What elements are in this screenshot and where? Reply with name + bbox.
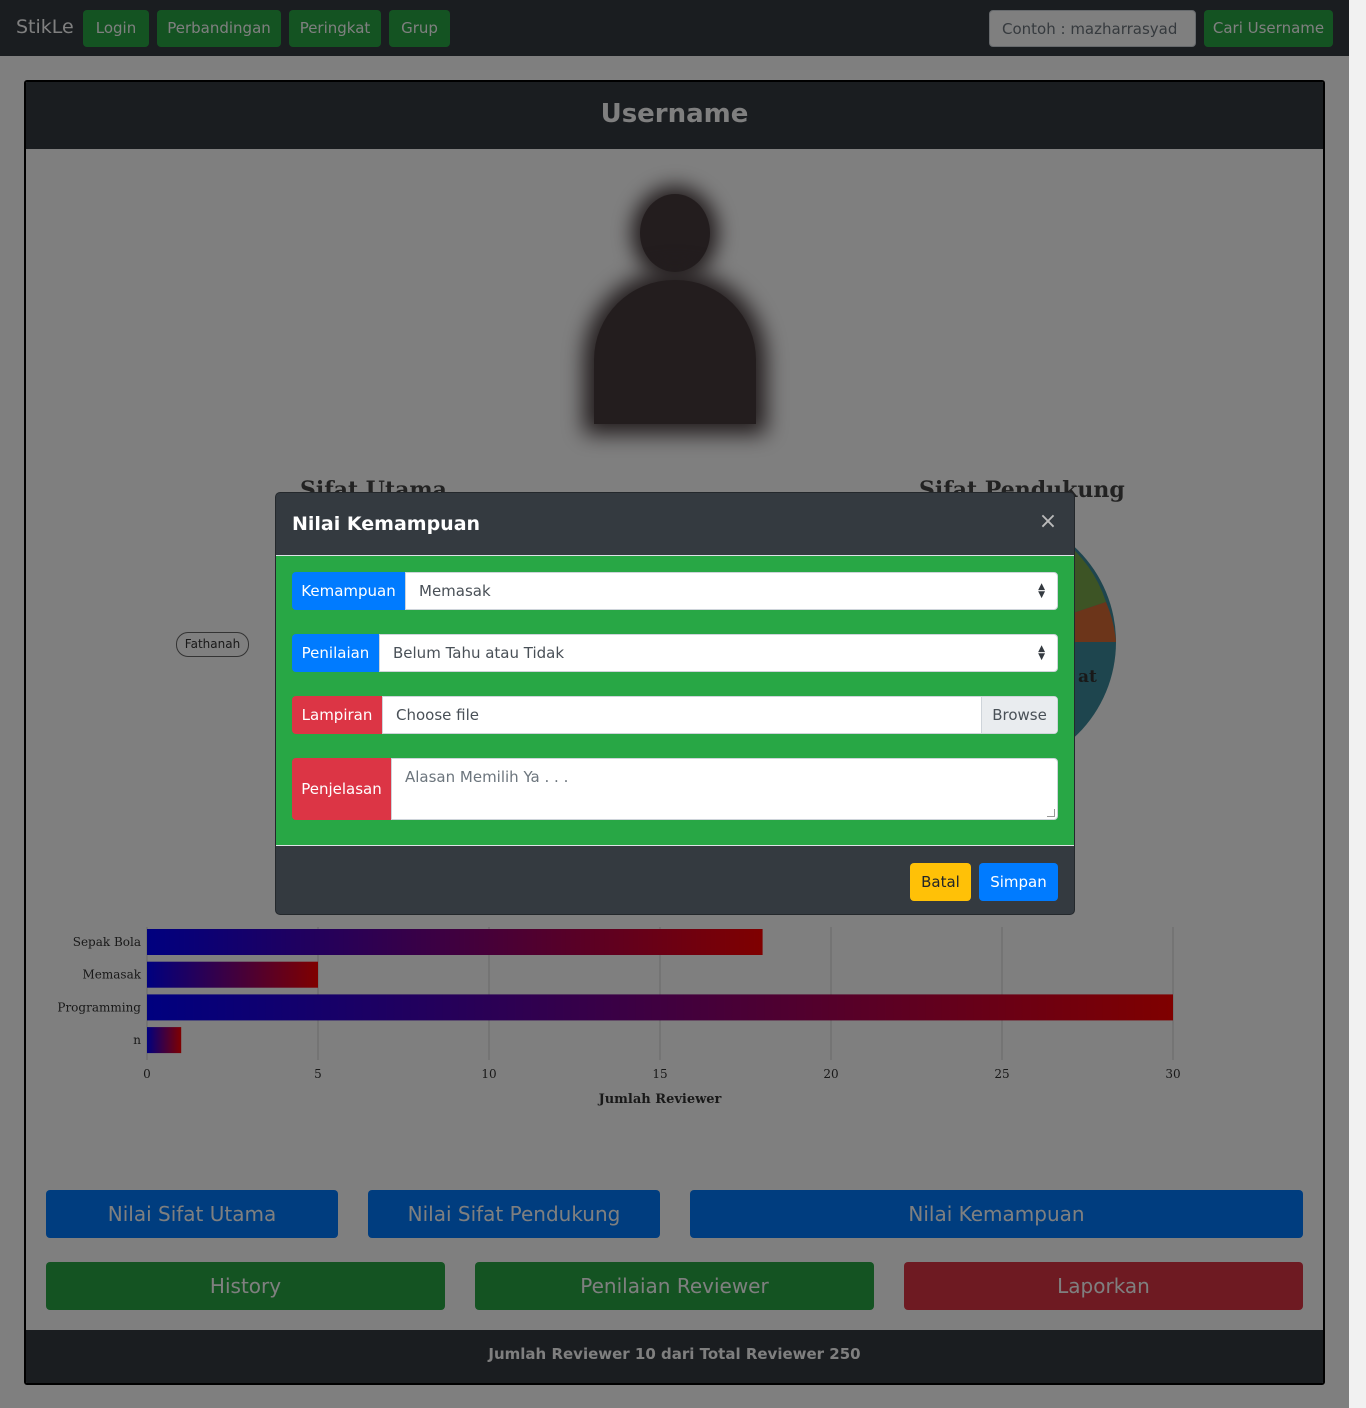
batal-button[interactable]: Batal xyxy=(910,863,971,901)
kemampuan-input-group: Kemampuan Memasak ▲ ▼ xyxy=(292,572,1058,610)
browse-button[interactable]: Browse xyxy=(981,697,1057,733)
penjelasan-placeholder: Alasan Memilih Ya . . . xyxy=(405,768,569,786)
penilaian-selected-value: Belum Tahu atau Tidak xyxy=(393,644,565,662)
lampiran-file-input[interactable]: Choose file Browse xyxy=(382,696,1058,734)
select-arrows-icon: ▲ ▼ xyxy=(1038,582,1045,600)
penilaian-input-group: Penilaian Belum Tahu atau Tidak ▲ ▼ xyxy=(292,634,1058,672)
scrollbar-track[interactable] xyxy=(1349,0,1366,1408)
lampiran-input-group: Lampiran Choose file Browse xyxy=(292,696,1058,734)
kemampuan-label: Kemampuan xyxy=(292,572,405,610)
penjelasan-label: Penjelasan xyxy=(292,758,391,820)
kemampuan-select[interactable]: Memasak ▲ ▼ xyxy=(405,572,1058,610)
resize-grip-icon[interactable] xyxy=(1047,809,1055,817)
modal-footer: Batal Simpan xyxy=(276,845,1074,914)
penilaian-label: Penilaian xyxy=(292,634,379,672)
penjelasan-input-group: Penjelasan Alasan Memilih Ya . . . xyxy=(292,758,1058,820)
simpan-button[interactable]: Simpan xyxy=(979,863,1058,901)
penilaian-select[interactable]: Belum Tahu atau Tidak ▲ ▼ xyxy=(379,634,1058,672)
lampiran-label: Lampiran xyxy=(292,696,382,734)
close-icon[interactable]: × xyxy=(1038,511,1058,533)
modal-body: Kemampuan Memasak ▲ ▼ Penilaian Belum Tah… xyxy=(276,556,1074,845)
select-arrows-icon: ▲ ▼ xyxy=(1038,644,1045,662)
modal-title: Nilai Kemampuan xyxy=(292,513,481,535)
choose-file-text: Choose file xyxy=(396,706,479,724)
penjelasan-textarea[interactable]: Alasan Memilih Ya . . . xyxy=(391,758,1058,820)
kemampuan-selected-value: Memasak xyxy=(419,582,491,600)
modal-header: Nilai Kemampuan × xyxy=(276,493,1074,556)
nilai-kemampuan-modal: Nilai Kemampuan × Kemampuan Memasak ▲ ▼ P… xyxy=(275,492,1075,915)
